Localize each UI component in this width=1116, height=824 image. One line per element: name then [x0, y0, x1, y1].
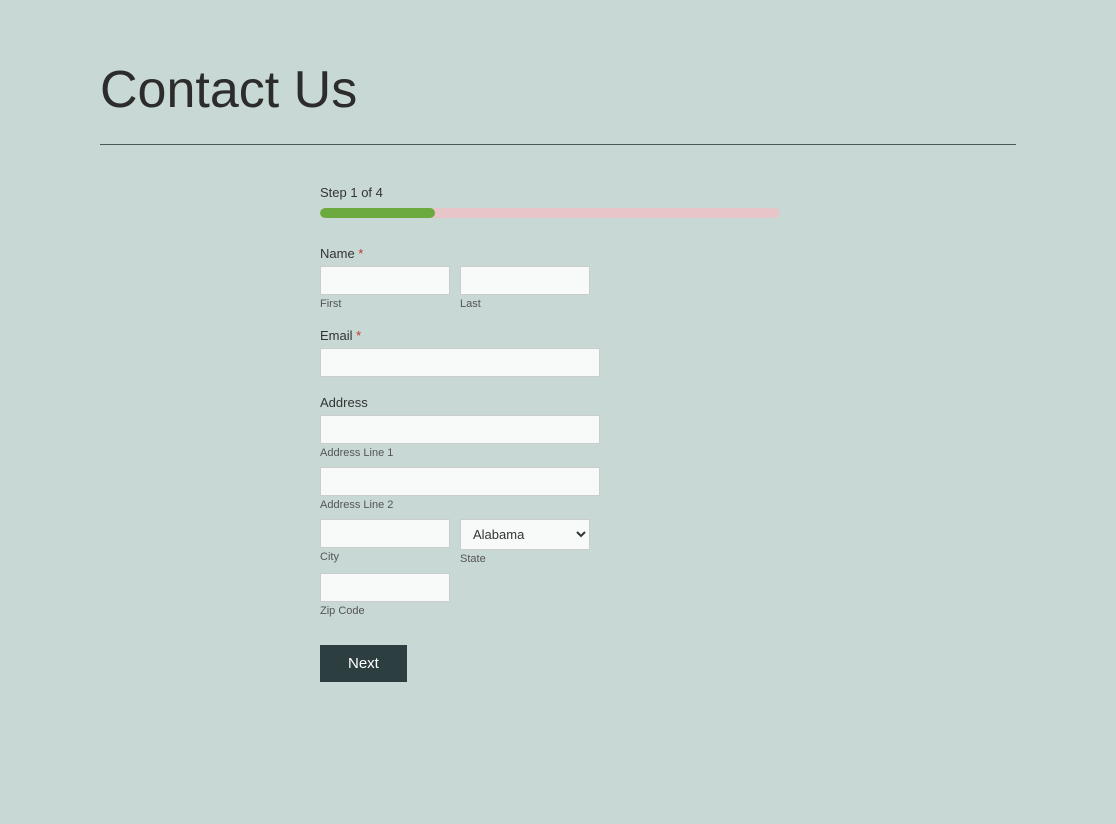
last-name-col: Last	[460, 266, 590, 310]
address-field-group: Address Address Line 1 Address Line 2 Ci…	[320, 395, 800, 617]
city-sub-label: City	[320, 551, 450, 563]
next-button[interactable]: Next	[320, 645, 407, 682]
email-label: Email *	[320, 328, 800, 343]
name-row: First Last	[320, 266, 800, 310]
zip-input[interactable]	[320, 573, 450, 602]
address-line2-input[interactable]	[320, 467, 600, 496]
first-name-input[interactable]	[320, 266, 450, 295]
address-line1-input[interactable]	[320, 415, 600, 444]
name-label: Name *	[320, 246, 800, 261]
first-name-sub-label: First	[320, 298, 450, 310]
state-select[interactable]: Alabama Alaska Arizona Arkansas Californ…	[460, 519, 590, 550]
email-field-group: Email *	[320, 328, 800, 377]
last-name-sub-label: Last	[460, 298, 590, 310]
address-label: Address	[320, 395, 800, 410]
step-label: Step 1 of 4	[320, 185, 800, 200]
progress-bar	[320, 208, 780, 218]
page-container: Contact Us Step 1 of 4 Name * First Last	[0, 0, 1116, 742]
address-line2-sub-label: Address Line 2	[320, 499, 800, 511]
page-title: Contact Us	[100, 60, 1016, 120]
name-field-group: Name * First Last	[320, 246, 800, 310]
zip-wrapper: Zip Code	[320, 573, 800, 617]
state-sub-label: State	[460, 553, 590, 565]
state-col: Alabama Alaska Arizona Arkansas Californ…	[460, 519, 590, 565]
progress-bar-fill	[320, 208, 435, 218]
first-name-col: First	[320, 266, 450, 310]
city-state-row: City Alabama Alaska Arizona Arkansas Cal…	[320, 519, 800, 565]
zip-sub-label: Zip Code	[320, 605, 800, 617]
last-name-input[interactable]	[460, 266, 590, 295]
divider	[100, 144, 1016, 145]
form-container: Step 1 of 4 Name * First Last	[320, 185, 800, 682]
address-line2-wrapper: Address Line 2	[320, 467, 800, 511]
city-input[interactable]	[320, 519, 450, 548]
email-input[interactable]	[320, 348, 600, 377]
address-line1-sub-label: Address Line 1	[320, 447, 800, 459]
address-line1-wrapper: Address Line 1	[320, 415, 800, 459]
city-col: City	[320, 519, 450, 565]
